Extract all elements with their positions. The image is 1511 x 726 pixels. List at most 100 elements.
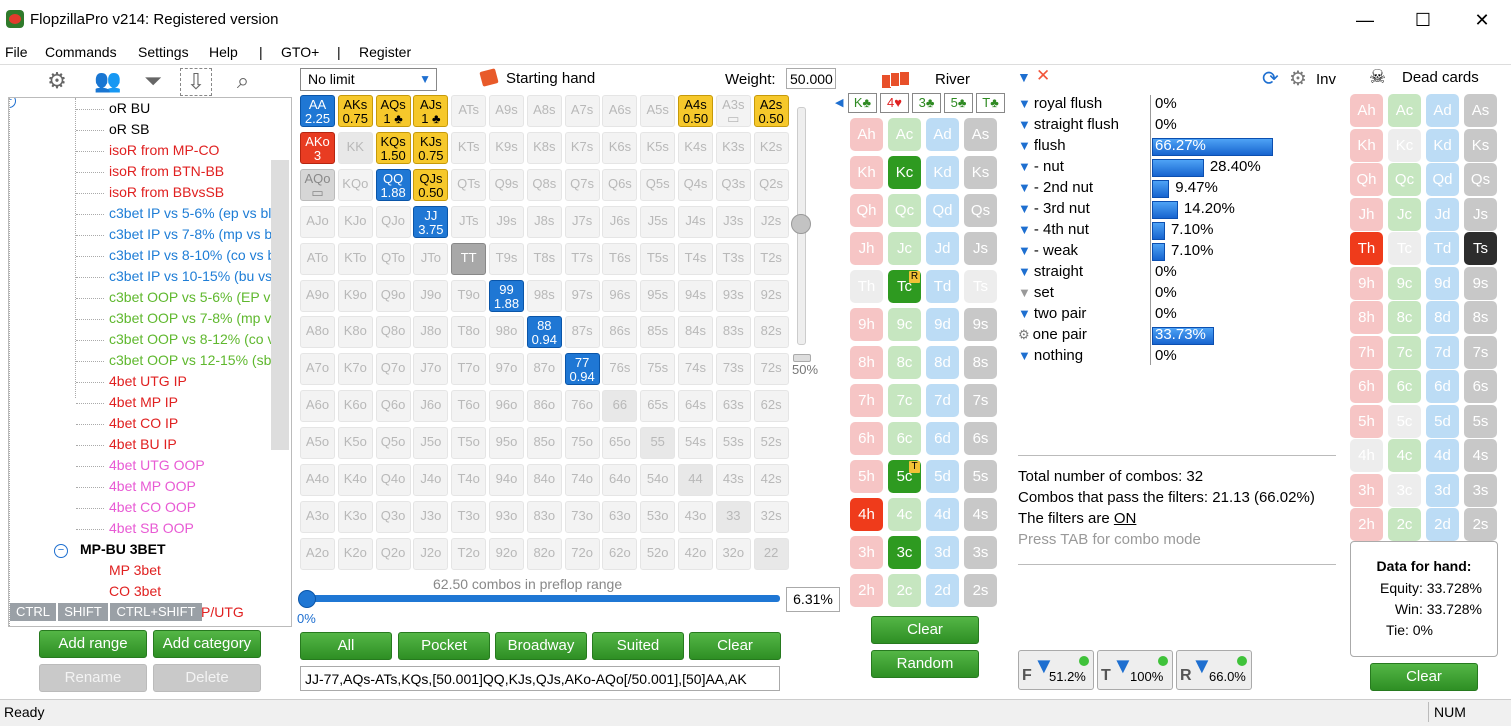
- board-card-5c[interactable]: 5c T: [888, 460, 921, 493]
- dead-card-4h[interactable]: 4h: [1350, 439, 1383, 472]
- filter-add-icon[interactable]: ⏷: [138, 68, 168, 96]
- tree-item[interactable]: isoR from BBvsSB: [109, 184, 224, 200]
- dead-card-8d[interactable]: 8d: [1426, 301, 1459, 334]
- range-slider-track[interactable]: [306, 595, 780, 602]
- filter-row[interactable]: ▼ - 4th nut: [1018, 221, 1089, 238]
- range-text-input[interactable]: [300, 666, 780, 691]
- board-card-5s[interactable]: 5s: [964, 460, 997, 493]
- funnel-icon[interactable]: ▼: [1018, 222, 1031, 237]
- menu-help[interactable]: Help: [209, 44, 238, 60]
- filter-row[interactable]: ▼ - 3rd nut: [1018, 200, 1090, 217]
- hand-cell[interactable]: 52s: [753, 427, 789, 460]
- board-card-9h[interactable]: 9h: [850, 308, 883, 341]
- hand-cell[interactable]: ATs: [451, 95, 487, 127]
- maximize-button[interactable]: ☐: [1400, 6, 1446, 34]
- hand-cell[interactable]: K9o: [337, 279, 373, 312]
- board-card-2h[interactable]: 2h: [850, 574, 883, 607]
- hand-cell[interactable]: A6o: [300, 390, 335, 423]
- hand-cell[interactable]: 86o: [526, 390, 562, 423]
- dead-card-6d[interactable]: 6d: [1426, 370, 1459, 403]
- hand-cell[interactable]: A5s: [640, 95, 676, 127]
- filter-row[interactable]: ▼ two pair: [1018, 305, 1086, 322]
- hand-cell[interactable]: Q2o: [375, 537, 411, 570]
- dead-card-Qc[interactable]: Qc: [1388, 163, 1421, 196]
- hand-cell[interactable]: 94o: [489, 464, 524, 496]
- dead-card-Qh[interactable]: Qh: [1350, 163, 1383, 196]
- menu-gto[interactable]: GTO+: [281, 44, 319, 60]
- scroll-left-icon[interactable]: ◀: [835, 96, 843, 109]
- minimize-button[interactable]: —: [1342, 6, 1388, 34]
- hand-cell[interactable]: 32s: [753, 500, 789, 533]
- filter-row[interactable]: ⚙ one pair: [1018, 326, 1087, 343]
- hand-cell[interactable]: J2s: [753, 205, 789, 238]
- tree-item[interactable]: 4bet CO IP: [109, 415, 178, 431]
- tree-item[interactable]: P/UTG: [201, 604, 244, 620]
- dead-card-7d[interactable]: 7d: [1426, 335, 1459, 369]
- dead-card-5h[interactable]: 5h: [1350, 404, 1383, 438]
- hand-cell[interactable]: 44: [678, 464, 713, 496]
- menu-register[interactable]: Register: [359, 44, 411, 60]
- hand-cell[interactable]: T5s: [640, 242, 676, 275]
- hand-cell[interactable]: 62o: [602, 537, 638, 570]
- dead-card-5s[interactable]: 5s: [1464, 404, 1497, 438]
- board-card[interactable]: K♣: [848, 93, 877, 113]
- dead-card-Js[interactable]: Js: [1464, 197, 1497, 231]
- board-clear-button[interactable]: Clear: [871, 616, 979, 644]
- hand-cell[interactable]: Q9s: [489, 168, 524, 201]
- board-card-Js[interactable]: Js: [964, 232, 997, 265]
- hand-cell[interactable]: 64s: [678, 390, 713, 423]
- board-card[interactable]: 4♥: [880, 93, 909, 113]
- dead-card-2c[interactable]: 2c: [1388, 508, 1421, 541]
- hand-cell[interactable]: 72o: [564, 537, 600, 570]
- board-card-Ac[interactable]: Ac: [888, 118, 921, 151]
- board-random-button[interactable]: Random: [871, 650, 979, 678]
- hand-cell[interactable]: 63o: [602, 500, 638, 533]
- board-card-4h[interactable]: 4h: [850, 498, 883, 531]
- dead-card-7s[interactable]: 7s: [1464, 335, 1497, 369]
- hand-cell[interactable]: T2o: [451, 537, 487, 570]
- tree-item[interactable]: 4bet UTG IP: [109, 373, 187, 389]
- hand-cell[interactable]: QQ 1.88: [375, 168, 411, 201]
- hand-cell[interactable]: 65s: [640, 390, 676, 423]
- hand-cell[interactable]: 87s: [564, 316, 600, 349]
- hand-cell[interactable]: T3o: [451, 500, 487, 533]
- board-card-2d[interactable]: 2d: [926, 574, 959, 607]
- suited-button[interactable]: Suited: [592, 632, 684, 660]
- flop-filter-box[interactable]: F ▼ 51.2%: [1018, 650, 1094, 690]
- hand-cell[interactable]: K4o: [337, 464, 373, 496]
- board-card-5h[interactable]: 5h: [850, 460, 883, 493]
- hand-cell[interactable]: K7o: [337, 353, 373, 386]
- tree-scrollbar[interactable]: [271, 160, 289, 450]
- hand-cell[interactable]: K9s: [489, 131, 524, 164]
- hand-cell[interactable]: K5o: [337, 427, 373, 460]
- tree-item[interactable]: c3bet IP vs 5-6% (ep vs bli: [109, 205, 274, 221]
- board-card[interactable]: T♣: [976, 93, 1005, 113]
- weight-slider-thumb[interactable]: [791, 214, 811, 234]
- range-pct-box[interactable]: 6.31%: [786, 587, 840, 612]
- hand-cell[interactable]: Q3s: [715, 168, 751, 201]
- hand-cell[interactable]: A6s: [602, 95, 638, 127]
- hand-cell[interactable]: K3o: [337, 500, 373, 533]
- hand-cell[interactable]: JTo: [413, 242, 449, 275]
- dead-card-5c[interactable]: 5c: [1388, 404, 1421, 438]
- hand-cell[interactable]: 76s: [602, 353, 638, 386]
- board-card-Qs[interactable]: Qs: [964, 194, 997, 227]
- dead-card-Kd[interactable]: Kd: [1426, 128, 1459, 162]
- board-card-3d[interactable]: 3d: [926, 536, 959, 569]
- dead-card-Th[interactable]: Th: [1350, 232, 1383, 265]
- hand-cell[interactable]: T7o: [451, 353, 487, 386]
- board-card-7d[interactable]: 7d: [926, 384, 959, 417]
- hand-cell[interactable]: 93o: [489, 500, 524, 533]
- tree-group-label[interactable]: MP-BU 3BET: [80, 541, 166, 557]
- hand-cell[interactable]: J5s: [640, 205, 676, 238]
- hand-cell[interactable]: JJ 3.75: [413, 205, 449, 238]
- menu-settings[interactable]: Settings: [138, 44, 189, 60]
- import-icon[interactable]: ⇩: [180, 68, 212, 96]
- hand-cell[interactable]: 63s: [715, 390, 751, 423]
- hand-cell[interactable]: 83s: [715, 316, 751, 349]
- hand-cell[interactable]: T6s: [602, 242, 638, 275]
- range-slider-thumb[interactable]: [298, 590, 316, 608]
- hand-cell[interactable]: KTs: [451, 131, 487, 164]
- board-card-Kh[interactable]: Kh: [850, 156, 883, 189]
- hand-cell[interactable]: Q3o: [375, 500, 411, 533]
